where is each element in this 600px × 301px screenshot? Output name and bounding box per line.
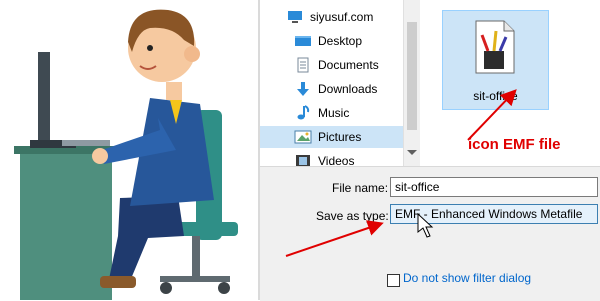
- arrow-to-file-icon: [467, 89, 517, 141]
- mouse-cursor-icon: [417, 212, 434, 238]
- arrow-to-save-type: [285, 220, 384, 257]
- annotation-arrows: [285, 89, 517, 257]
